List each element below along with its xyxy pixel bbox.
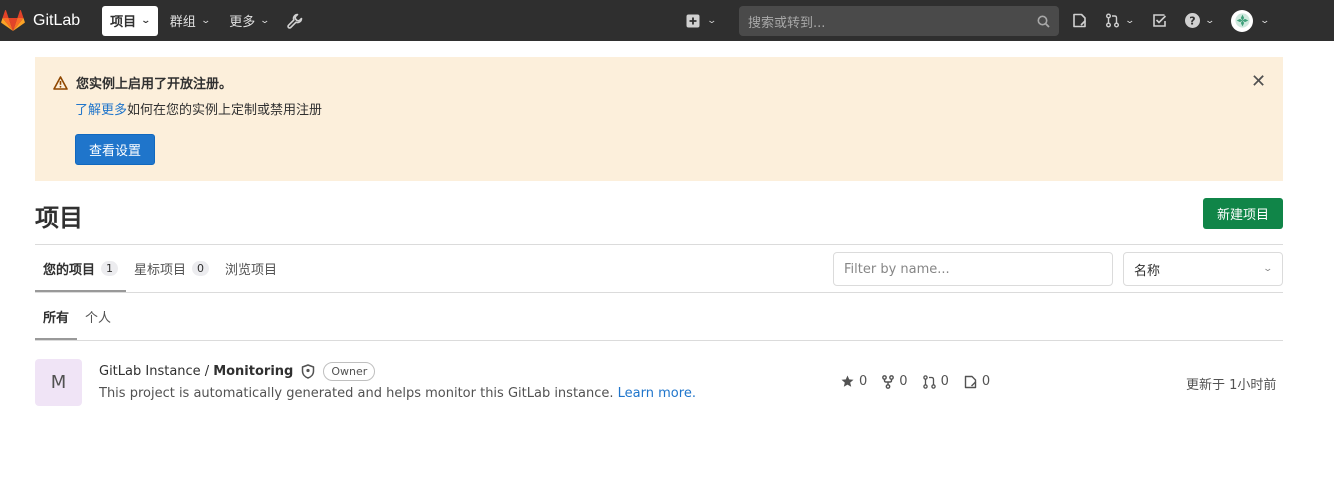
alert-title-text: 您实例上启用了开放注册。	[76, 77, 233, 92]
project-stats: 0 0 0 0	[841, 374, 1005, 389]
warning-icon	[53, 75, 68, 90]
svg-text:?: ?	[1189, 15, 1195, 28]
merge-request-icon	[922, 374, 936, 389]
close-icon[interactable]: ✕	[1251, 71, 1266, 92]
issues-icon	[964, 375, 977, 388]
stars-count[interactable]: 0	[841, 374, 867, 389]
sort-dropdown[interactable]: 名称 ⌄	[1123, 252, 1283, 286]
tanuki-icon	[1, 9, 25, 31]
nav-more-label: 更多	[229, 15, 256, 30]
filter-by-name-input[interactable]: Filter by name...	[833, 252, 1113, 286]
help-button[interactable]: ? ⌄	[1184, 13, 1215, 28]
nav-groups-label: 群组	[169, 15, 196, 30]
wrench-icon	[287, 13, 303, 29]
identicon-icon	[1235, 13, 1250, 28]
sort-value: 名称	[1134, 263, 1161, 279]
star-icon	[841, 375, 854, 387]
project-tabs: 您的项目 1 星标项目 0 浏览项目	[35, 245, 285, 292]
nav-more[interactable]: 更多 ⌄	[221, 6, 277, 36]
learn-more-link[interactable]: Learn more.	[618, 386, 696, 401]
divider	[35, 292, 1283, 293]
divider	[35, 340, 1283, 341]
todo-icon	[1152, 14, 1166, 27]
project-title[interactable]: GitLab Instance / Monitoring Owner	[99, 362, 376, 381]
user-menu-button[interactable]: ⌄	[1231, 9, 1271, 32]
issues-button[interactable]	[1072, 13, 1087, 28]
chevron-down-icon: ⌄	[259, 15, 271, 26]
tab-label: 浏览项目	[225, 263, 278, 278]
project-avatar[interactable]: M	[35, 359, 82, 406]
project-filter-tabs: 所有 个人	[35, 293, 119, 340]
nav-projects[interactable]: 项目 ⌄	[102, 5, 158, 36]
view-settings-button[interactable]: 查看设置	[75, 134, 155, 165]
tab-your-projects[interactable]: 您的项目 1	[35, 245, 127, 292]
page-title: 项目	[35, 204, 83, 232]
learn-more-link[interactable]: 了解更多	[75, 103, 127, 118]
alert-body-text: 如何在您的实例上定制或禁用注册	[127, 103, 323, 118]
stars-value: 0	[859, 374, 868, 389]
tab-label: 您的项目	[43, 263, 96, 278]
help-icon: ?	[1184, 13, 1200, 28]
merge-requests-button[interactable]: ⌄	[1105, 13, 1136, 28]
plus-square-icon	[686, 14, 700, 27]
admin-wrench-button[interactable]	[279, 6, 311, 36]
project-description: This project is automatically generated …	[99, 386, 696, 401]
chevron-down-icon: ⌄	[1259, 15, 1271, 26]
nav-groups[interactable]: 群组 ⌄	[162, 6, 218, 36]
chevron-down-icon: ⌄	[200, 15, 211, 26]
role-badge: Owner	[323, 362, 376, 381]
todos-button[interactable]	[1152, 13, 1167, 28]
chevron-down-icon: ⌄	[1124, 15, 1136, 26]
new-project-button[interactable]: 新建项目	[1203, 198, 1283, 229]
search-icon	[1037, 15, 1050, 28]
chevron-down-icon: ⌄	[1262, 264, 1274, 274]
search-input[interactable]: 搜索或转到...	[739, 6, 1059, 36]
shield-icon	[301, 364, 315, 379]
filter-placeholder: Filter by name...	[844, 261, 950, 277]
forks-count[interactable]: 0	[882, 374, 908, 389]
tab-all[interactable]: 所有	[35, 293, 78, 340]
description-text: This project is automatically generated …	[99, 386, 614, 401]
merge-requests-count[interactable]: 0	[922, 374, 949, 389]
issues-icon	[1073, 13, 1087, 28]
project-name[interactable]: Monitoring	[213, 364, 293, 379]
updated-timestamp: 更新于 1小时前	[1186, 378, 1277, 393]
forks-value: 0	[899, 374, 908, 389]
alert-title: 您实例上启用了开放注册。	[53, 73, 232, 92]
gitlab-logo[interactable]: GitLab	[0, 0, 80, 41]
project-namespace[interactable]: GitLab Instance /	[99, 364, 209, 379]
top-navbar: GitLab 项目 ⌄ 群组 ⌄ 更多 ⌄ ⌄ 搜索或转到... ⌄ ? ⌄ ⌄	[0, 0, 1334, 41]
issues-value: 0	[981, 374, 991, 389]
merge-request-icon	[1106, 13, 1119, 28]
alert-body: 了解更多如何在您的实例上定制或禁用注册	[75, 99, 322, 118]
tab-explore-projects[interactable]: 浏览项目	[217, 245, 285, 292]
brand-name: GitLab	[33, 11, 81, 29]
search-placeholder: 搜索或转到...	[748, 15, 826, 31]
tab-personal[interactable]: 个人	[77, 293, 119, 340]
navbar-right-icons: ⌄ ? ⌄ ⌄	[1072, 0, 1271, 41]
issues-count[interactable]: 0	[964, 374, 990, 389]
open-registration-alert: 您实例上启用了开放注册。 了解更多如何在您的实例上定制或禁用注册 查看设置 ✕	[35, 57, 1283, 181]
count-badge: 1	[101, 261, 119, 276]
chevron-down-icon: ⌄	[1204, 15, 1215, 26]
chevron-down-icon: ⌄	[706, 15, 718, 26]
user-avatar	[1231, 9, 1254, 32]
chevron-down-icon: ⌄	[140, 15, 152, 26]
tab-label: 星标项目	[134, 263, 187, 278]
merge-requests-value: 0	[940, 374, 949, 389]
fork-icon	[882, 374, 895, 389]
nav-projects-label: 项目	[110, 15, 137, 30]
tab-starred-projects[interactable]: 星标项目 0	[126, 245, 217, 292]
create-new-menu[interactable]: ⌄	[686, 0, 718, 41]
count-badge: 0	[192, 261, 210, 276]
